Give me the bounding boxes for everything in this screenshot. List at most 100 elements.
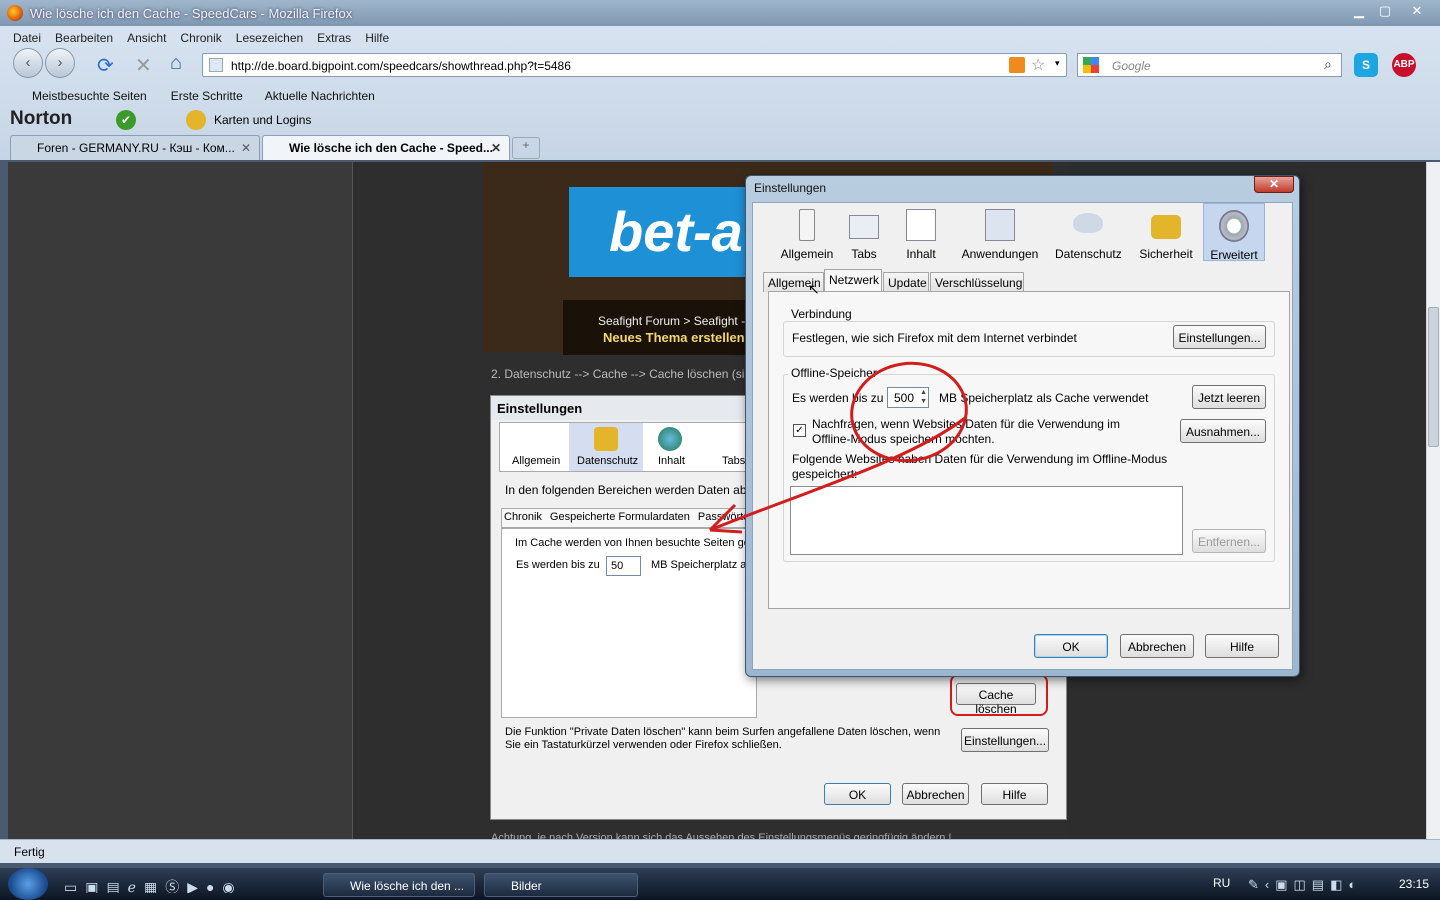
status-text: Fertig	[14, 845, 45, 859]
taskbar-label: Wie lösche ich den ...	[350, 879, 465, 893]
rss-icon[interactable]	[1009, 57, 1025, 73]
tab-cache[interactable]: Wie lösche ich den Cache - Speed... ✕	[262, 135, 510, 160]
page-scrollbar[interactable]	[1426, 162, 1440, 839]
connection-settings-button[interactable]: Einstellungen...	[1173, 325, 1266, 349]
connection-text: Festlegen, wie sich Firefox mit dem Inte…	[792, 331, 1077, 345]
reload-icon[interactable]: ⟳	[97, 53, 114, 78]
tab-label: Wie lösche ich den Cache - Speed...	[289, 141, 493, 155]
clear-now-button[interactable]: Jetzt leeren	[1192, 385, 1266, 409]
old-clear-cache-button: Cache löschen	[956, 683, 1036, 716]
pane-inhalt[interactable]: Inhalt	[898, 203, 944, 261]
adblock-icon[interactable]: ABP	[1392, 53, 1416, 77]
minimize-button[interactable]: ▁	[1346, 2, 1372, 20]
back-button[interactable]: ‹	[13, 48, 43, 78]
lock-icon	[186, 110, 206, 130]
forward-arrow-icon: ›	[57, 54, 63, 71]
language-indicator[interactable]: RU	[1213, 876, 1230, 890]
skype-icon[interactable]: S	[1354, 53, 1378, 77]
exceptions-button[interactable]: Ausnahmen...	[1180, 419, 1266, 443]
left-column	[8, 162, 353, 839]
pane-label: Tabs	[851, 247, 877, 261]
pane-sicherheit[interactable]: Sicherheit	[1136, 203, 1196, 261]
old-limit-field: 50	[606, 556, 641, 576]
taskbar-item-firefox[interactable]: Wie lösche ich den ...	[323, 873, 475, 897]
bookmark-most-visited[interactable]: Meistbesuchte Seiten	[32, 89, 147, 103]
help-button[interactable]: Hilfe	[1205, 634, 1279, 658]
subtab-update[interactable]: Update	[883, 272, 929, 292]
menu-datei[interactable]: Datei	[13, 31, 41, 45]
menu-bearbeiten[interactable]: Bearbeiten	[55, 31, 113, 45]
menu-extras[interactable]: Extras	[317, 31, 351, 45]
step-text: 2. Datenschutz --> Cache --> Cache lösch…	[491, 367, 746, 381]
remove-button[interactable]: Entfernen...	[1192, 529, 1266, 553]
old-ok-button: OK	[824, 783, 891, 805]
menu-hilfe[interactable]: Hilfe	[365, 31, 389, 45]
menu-lesezeichen[interactable]: Lesezeichen	[236, 31, 303, 45]
firefox-icon	[7, 5, 23, 21]
close-tab-icon[interactable]: ✕	[491, 141, 501, 155]
tray-icons[interactable]: ✎‹▣◫▤◧◐	[1248, 877, 1388, 893]
menu-chronik[interactable]: Chronik	[180, 31, 221, 45]
pane-label: Anwendungen	[961, 247, 1039, 261]
pane-label: Erweitert	[1210, 248, 1258, 262]
old-help-button: Hilfe	[981, 783, 1048, 805]
pane-tabs[interactable]: Tabs	[842, 203, 886, 261]
forward-button[interactable]: ›	[45, 48, 75, 78]
subtab-label: Update	[888, 276, 927, 290]
old-pane-datenschutz: Datenschutz	[577, 455, 639, 467]
content-icon	[906, 209, 936, 241]
taskbar-item-bilder[interactable]: Bilder	[484, 873, 638, 897]
mouse-cursor: ↖	[808, 281, 820, 297]
old-limit-unit: MB Speicherplatz als	[651, 559, 749, 571]
pane-anwendungen[interactable]: Anwendungen	[957, 203, 1043, 261]
old-pane-allgemein: Allgemein	[512, 455, 561, 467]
tabs-icon	[849, 215, 879, 239]
menu-bar: Datei Bearbeiten Ansicht Chronik Lesezeichen…	[13, 31, 403, 45]
old-limit-label: Es werden bis zu	[516, 559, 600, 571]
home-icon[interactable]: ⌂	[170, 52, 182, 75]
subtab-label: Netzwerk	[829, 273, 880, 287]
mask-icon	[1073, 213, 1103, 233]
pane-allgemein[interactable]: Allgemein	[765, 203, 849, 261]
subtab-netzwerk[interactable]: Netzwerk	[824, 269, 882, 293]
pane-erweitert[interactable]: Erweitert	[1203, 203, 1265, 262]
start-button[interactable]	[8, 868, 48, 900]
scrollbar-thumb[interactable]	[1428, 307, 1439, 447]
maximize-button[interactable]: ▢	[1372, 2, 1398, 20]
back-arrow-icon: ‹	[25, 54, 31, 71]
new-tab-button[interactable]: +	[512, 137, 540, 159]
cancel-button[interactable]: Abbrechen	[1120, 634, 1194, 658]
new-thread-button[interactable]: Neues Thema erstellen	[603, 330, 748, 345]
pane-label: Allgemein	[780, 247, 834, 261]
pane-datenschutz[interactable]: Datenschutz	[1055, 203, 1122, 261]
old-subtab-chronik: Chronik	[504, 511, 542, 523]
tab-foren[interactable]: Foren - GERMANY.RU - Кэш - Ком... ✕	[10, 135, 260, 160]
search-bar[interactable]: Google ⌕	[1077, 53, 1342, 77]
chevron-down-icon[interactable]: ▾	[1055, 58, 1060, 69]
subtab-verschluesselung[interactable]: Verschlüsselung	[930, 272, 1024, 292]
norton-check-icon[interactable]: ✔	[116, 110, 136, 130]
close-tab-icon[interactable]: ✕	[241, 141, 251, 155]
norton-cards-logins[interactable]: Karten und Logins	[214, 113, 311, 127]
url-text: http://de.board.bigpoint.com/speedcars/s…	[231, 59, 571, 73]
menu-ansicht[interactable]: Ansicht	[127, 31, 166, 45]
status-bar: Fertig	[0, 839, 1440, 863]
search-icon[interactable]: ⌕	[1324, 56, 1332, 73]
ok-button[interactable]: OK	[1034, 634, 1108, 658]
bookmark-first-steps[interactable]: Erste Schritte	[171, 89, 243, 103]
applications-icon	[985, 209, 1015, 241]
clock: 23:15	[1399, 877, 1430, 891]
norton-logo[interactable]: Norton	[10, 108, 72, 130]
url-bar[interactable]: http://de.board.bigpoint.com/speedcars/s…	[202, 53, 1067, 77]
page-icon	[209, 58, 223, 72]
pane-label: Sicherheit	[1139, 247, 1193, 261]
connection-title: Verbindung	[788, 307, 855, 321]
star-icon[interactable]: ☆	[1031, 55, 1045, 75]
lock-icon	[1151, 215, 1181, 239]
forum-breadcrumb: Seafight Forum > Seafight - D	[598, 314, 748, 328]
bookmark-news[interactable]: Aktuelle Nachrichten	[265, 89, 375, 103]
dialog-close-button[interactable]: ✕	[1254, 176, 1294, 193]
stop-icon[interactable]: ✕	[135, 53, 152, 78]
quicklaunch-icons[interactable]: ▭▣▤ℯ▦Ⓢ▶●◉	[64, 877, 264, 893]
close-window-button[interactable]: ✕	[1404, 2, 1430, 20]
